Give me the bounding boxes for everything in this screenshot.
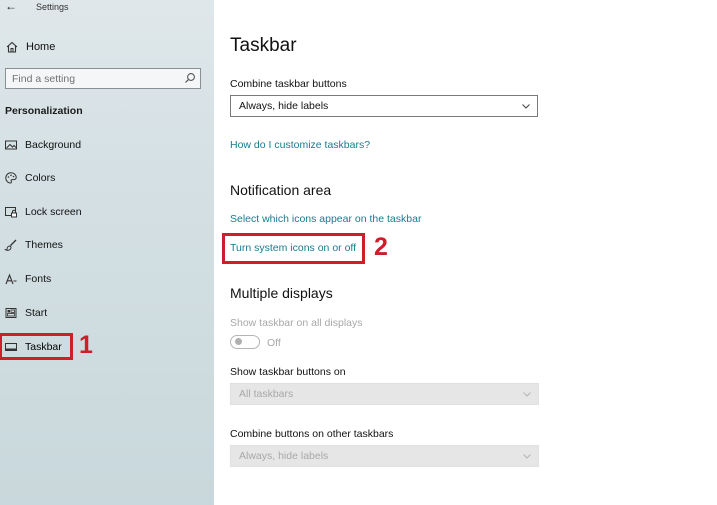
start-icon	[5, 308, 17, 318]
sidebar-item-start[interactable]: Start	[4, 305, 47, 321]
chevron-down-icon	[523, 392, 531, 397]
sidebar-item-label: Colors	[25, 172, 56, 184]
sidebar-item-label: Themes	[25, 239, 63, 251]
window-title: Settings	[36, 2, 69, 12]
section-label-personalization: Personalization	[5, 105, 83, 117]
title-bar: ← Settings	[0, 0, 214, 16]
sidebar-item-label: Fonts	[25, 273, 52, 285]
annotation-number-1: 1	[79, 331, 93, 359]
home-icon	[6, 41, 18, 53]
sidebar-item-themes[interactable]: Themes	[4, 237, 63, 253]
show-taskbar-buttons-label: Show taskbar buttons on	[230, 366, 346, 378]
show-taskbar-all-displays-label: Show taskbar on all displays	[230, 317, 363, 329]
home-nav-item[interactable]: Home	[5, 40, 55, 54]
dropdown-value: Always, hide labels	[239, 100, 329, 112]
brush-icon	[4, 239, 17, 251]
sidebar-item-fonts[interactable]: Fonts	[4, 271, 51, 287]
search-input[interactable]	[6, 69, 174, 88]
combine-other-taskbars-label: Combine buttons on other taskbars	[230, 428, 394, 440]
sidebar-item-background[interactable]: Background	[4, 137, 81, 153]
toggle-knob	[235, 338, 242, 345]
search-icon[interactable]	[184, 72, 196, 84]
annotation-number-2: 2	[374, 233, 388, 261]
dropdown-value: Always, hide labels	[239, 450, 329, 462]
dropdown-value: All taskbars	[239, 388, 294, 400]
palette-icon	[5, 172, 17, 184]
chevron-down-icon	[522, 104, 530, 109]
sidebar-item-colors[interactable]: Colors	[4, 170, 55, 186]
sidebar: ← Settings Home Personalization Backgrou…	[0, 0, 214, 505]
notification-area-heading: Notification area	[230, 182, 332, 198]
search-box[interactable]	[5, 68, 201, 89]
combine-taskbar-label: Combine taskbar buttons	[230, 78, 347, 90]
sidebar-item-label: Start	[25, 307, 48, 319]
customize-taskbars-link[interactable]: How do I customize taskbars?	[230, 139, 370, 151]
multiple-displays-heading: Multiple displays	[230, 285, 333, 301]
show-taskbar-all-displays-toggle[interactable]	[230, 335, 260, 349]
toggle-state-label: Off	[267, 337, 281, 349]
sidebar-item-lock-screen[interactable]: Lock screen	[4, 204, 82, 220]
annotation-box-system-icons	[222, 233, 365, 264]
font-icon	[5, 273, 17, 285]
select-icons-link[interactable]: Select which icons appear on the taskbar	[230, 213, 421, 225]
back-arrow-icon[interactable]: ←	[5, 0, 17, 13]
chevron-down-icon	[523, 454, 531, 459]
show-taskbar-buttons-dropdown[interactable]: All taskbars	[230, 383, 539, 405]
lock-screen-icon	[5, 207, 17, 218]
sidebar-item-label: Lock screen	[25, 206, 82, 218]
page-title: Taskbar	[230, 35, 297, 56]
picture-icon	[5, 140, 17, 150]
annotation-box-taskbar	[0, 333, 73, 360]
home-label: Home	[26, 41, 56, 53]
combine-taskbar-dropdown[interactable]: Always, hide labels	[230, 95, 538, 117]
sidebar-item-label: Background	[25, 139, 82, 151]
combine-other-taskbars-dropdown[interactable]: Always, hide labels	[230, 445, 539, 467]
